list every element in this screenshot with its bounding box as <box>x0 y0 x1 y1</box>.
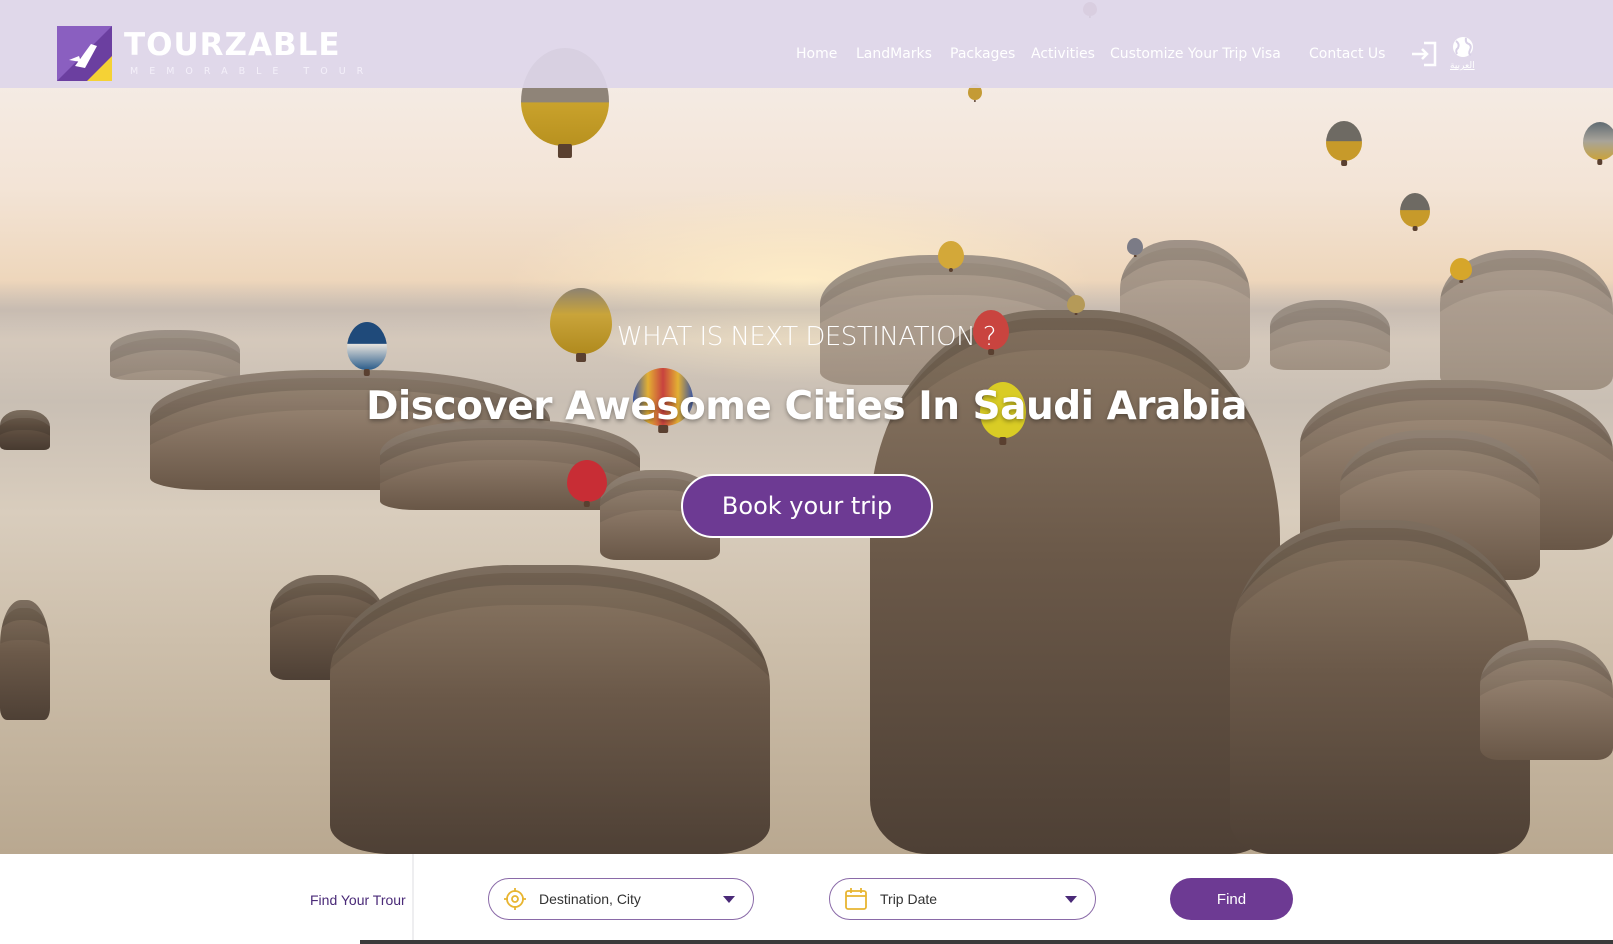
nav-customize-trip-visa[interactable]: Customize Your Trip Visa <box>1110 46 1281 62</box>
sign-in-icon[interactable] <box>1410 41 1438 67</box>
nav-home[interactable]: Home <box>796 46 837 62</box>
hero-headline: Discover Awesome Cities In Saudi Arabia <box>366 384 1247 429</box>
find-button[interactable]: Find <box>1170 878 1293 920</box>
chevron-down-icon <box>723 896 735 903</box>
brand-tagline: MEMORABLE TOUR <box>130 66 375 77</box>
nav-landmarks[interactable]: LandMarks <box>856 46 932 62</box>
hot-air-balloon <box>1127 238 1143 255</box>
destination-dropdown[interactable]: Destination, City <box>488 878 754 920</box>
location-target-icon <box>504 888 526 910</box>
nav-activities[interactable]: Activities <box>1031 46 1095 62</box>
rock-formation <box>0 600 50 720</box>
hot-air-balloon <box>1450 258 1472 280</box>
hot-air-balloon <box>567 460 607 502</box>
hot-air-balloon <box>1326 121 1362 161</box>
trip-date-dropdown[interactable]: Trip Date <box>829 878 1096 920</box>
rock-formation <box>330 565 770 854</box>
nav-contact-us[interactable]: Contact Us <box>1309 46 1385 62</box>
chevron-down-icon <box>1065 896 1077 903</box>
trip-date-value: Trip Date <box>880 891 938 907</box>
nav-packages[interactable]: Packages <box>950 46 1015 62</box>
hot-air-balloon <box>1400 193 1430 227</box>
hot-air-balloon <box>1067 295 1085 313</box>
calendar-icon <box>845 888 867 910</box>
top-navigation-bar: TOURZABLE MEMORABLE TOUR Home LandMarks … <box>0 0 1613 88</box>
search-bar-bottom-line <box>360 940 1613 944</box>
hero-kicker: WHAT IS NEXT DESTINATION ? <box>616 322 997 352</box>
trip-search-bar <box>0 854 1613 944</box>
destination-value: Destination, City <box>539 891 641 907</box>
hot-air-balloon <box>1583 122 1613 160</box>
language-switch-label[interactable]: العربية <box>1450 61 1475 71</box>
find-your-tour-label: Find Your Trour <box>310 892 406 908</box>
logo-icon[interactable] <box>57 26 112 81</box>
book-trip-button[interactable]: Book your trip <box>681 474 933 538</box>
search-divider <box>412 854 414 944</box>
hot-air-balloon <box>938 241 964 269</box>
brand-name[interactable]: TOURZABLE <box>124 27 341 63</box>
rock-formation <box>1480 640 1613 760</box>
